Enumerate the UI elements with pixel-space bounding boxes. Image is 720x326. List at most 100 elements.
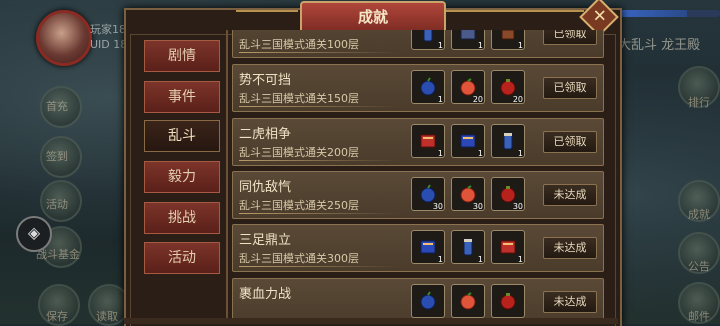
achievement-name: 势不可挡 [239, 73, 292, 88]
scroll-icon [418, 30, 438, 43]
achievement-name: 二虎相争 [239, 127, 292, 142]
reward-item[interactable]: 30 [411, 177, 445, 211]
right-banner-text: 大乱斗 龙王殿 [618, 38, 701, 53]
reward-count: 30 [472, 202, 483, 211]
reward-count: 1 [477, 255, 483, 264]
reward-count: 1 [477, 149, 483, 158]
achievement-underline [239, 266, 399, 267]
reward-item[interactable]: 1 [411, 124, 445, 158]
title-ornament-right [444, 10, 584, 12]
blue-fruit-icon [418, 77, 438, 97]
reward-item[interactable]: 1 [451, 230, 485, 264]
achievement-name: 裹血力战 [239, 287, 292, 302]
title-ornament-left [236, 10, 298, 12]
status-button[interactable]: 未达成 [543, 237, 597, 259]
hud-label-ranking: 排行 [688, 96, 710, 109]
achievement-row: 二虎相争 乱斗三国模式通关200层 1 1 1 已领取 [232, 118, 604, 166]
reward-item[interactable]: 1 [411, 70, 445, 104]
blue-fruit-icon [418, 184, 438, 204]
peach-icon [458, 77, 478, 97]
reward-item[interactable]: 30 [451, 177, 485, 211]
achievement-underline [239, 160, 399, 161]
status-button[interactable]: 已领取 [543, 77, 597, 99]
hud-label-achievement: 成就 [688, 208, 710, 221]
hud-label-load: 读取 [96, 310, 118, 323]
tab-perseverance[interactable]: 毅力 [144, 161, 220, 193]
achievement-row: 同仇敌忾 乱斗三国模式通关250层 30 30 30 未达成 [232, 171, 604, 219]
reward-count: 1 [517, 255, 523, 264]
achievement-description: 乱斗三国模式通关300层 [239, 252, 359, 265]
red-fruit-icon [498, 184, 518, 204]
tab-challenge[interactable]: 挑战 [144, 202, 220, 234]
player-avatar[interactable] [36, 10, 92, 66]
blue-fruit-icon [418, 291, 438, 311]
achievement-description: 乱斗三国模式通关100层 [239, 38, 359, 51]
peach-icon [458, 291, 478, 311]
layers-icon: ◈ [27, 223, 41, 242]
achievement-underline [239, 52, 399, 53]
achievement-description: 乱斗三国模式通关200层 [239, 146, 359, 159]
box-icon [458, 30, 478, 43]
reward-count: 20 [472, 95, 483, 104]
tab-event[interactable]: 事件 [144, 81, 220, 113]
status-button[interactable]: 未达成 [543, 291, 597, 313]
reward-item[interactable] [411, 284, 445, 318]
scroll-icon [498, 131, 518, 151]
achievement-list[interactable]: 乱斗三国模式通关100层 1 1 1 已领取 势不可挡 乱斗三国模式通关150层… [232, 30, 604, 324]
achievement-name: 三足鼎立 [239, 233, 292, 248]
reward-item[interactable]: 20 [451, 70, 485, 104]
reward-count: 1 [517, 41, 523, 50]
achievement-description: 乱斗三国模式通关250层 [239, 199, 359, 212]
close-icon: ✕ [592, 6, 607, 27]
red-fruit-icon [498, 291, 518, 311]
hud-label-mail: 邮件 [688, 310, 710, 323]
achievement-name: 同仇敌忾 [239, 180, 292, 195]
achievement-row: 势不可挡 乱斗三国模式通关150层 1 20 20 已领取 [232, 64, 604, 112]
reward-count: 20 [512, 95, 523, 104]
hud-label-event: 活动 [46, 198, 68, 211]
reward-item[interactable]: 1 [451, 124, 485, 158]
reward-count: 30 [432, 202, 443, 211]
gift-icon [498, 30, 518, 43]
panel-bottom-edge [124, 318, 618, 324]
reward-count: 1 [437, 41, 443, 50]
hud-label-first-recharge: 首充 [46, 100, 68, 113]
reward-item[interactable]: 1 [411, 230, 445, 264]
hud-label-sign-in: 签到 [46, 150, 68, 163]
reward-item[interactable]: 20 [491, 70, 525, 104]
tab-brawl[interactable]: 乱斗 [144, 120, 220, 152]
reward-count: 1 [437, 95, 443, 104]
reward-item[interactable]: 1 [491, 230, 525, 264]
achievement-underline [239, 213, 399, 214]
red-book-icon [498, 237, 518, 257]
scroll-icon [458, 237, 478, 257]
reward-count: 1 [437, 149, 443, 158]
reward-item[interactable] [451, 284, 485, 318]
reward-item[interactable]: 1 [491, 30, 525, 50]
tab-divider [226, 30, 228, 324]
tab-story[interactable]: 剧情 [144, 40, 220, 72]
reward-item[interactable]: 1 [451, 30, 485, 50]
top-right-progress-bar [610, 10, 720, 17]
peach-icon [458, 184, 478, 204]
floating-menu-button[interactable]: ◈ [16, 216, 52, 252]
hud-label-notice: 公告 [688, 260, 710, 273]
blue-book-icon [458, 131, 478, 151]
achievement-row: 三足鼎立 乱斗三国模式通关300层 1 1 1 未达成 [232, 224, 604, 272]
red-fruit-icon [498, 77, 518, 97]
tab-activity[interactable]: 活动 [144, 242, 220, 274]
reward-item[interactable] [491, 284, 525, 318]
status-button[interactable]: 已领取 [543, 131, 597, 153]
reward-count: 30 [512, 202, 523, 211]
reward-item[interactable]: 30 [491, 177, 525, 211]
achievement-description: 乱斗三国模式通关150层 [239, 92, 359, 105]
status-button[interactable]: 已领取 [543, 30, 597, 45]
reward-count: 1 [517, 149, 523, 158]
reward-item[interactable]: 1 [491, 124, 525, 158]
hud-label-save: 保存 [46, 310, 68, 323]
blue-book-icon [418, 237, 438, 257]
reward-item[interactable]: 1 [411, 30, 445, 50]
reward-count: 1 [437, 255, 443, 264]
achievement-row: 乱斗三国模式通关100层 1 1 1 已领取 [232, 30, 604, 58]
status-button[interactable]: 未达成 [543, 184, 597, 206]
